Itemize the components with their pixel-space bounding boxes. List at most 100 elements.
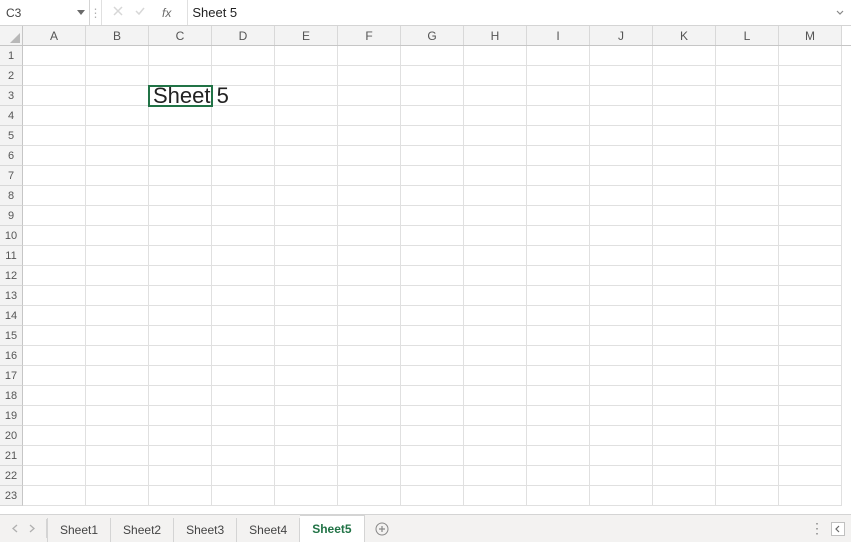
column-header[interactable]: B <box>86 26 149 45</box>
cell[interactable] <box>149 206 212 226</box>
cell[interactable] <box>23 86 86 106</box>
cell[interactable] <box>464 366 527 386</box>
cell[interactable] <box>401 446 464 466</box>
cell[interactable] <box>149 346 212 366</box>
cell[interactable] <box>401 166 464 186</box>
cell[interactable] <box>464 286 527 306</box>
cell[interactable] <box>149 126 212 146</box>
cell[interactable] <box>590 206 653 226</box>
formula-input[interactable]: Sheet 5 <box>188 0 829 25</box>
cell[interactable] <box>464 66 527 86</box>
cell[interactable] <box>464 266 527 286</box>
cell[interactable] <box>149 106 212 126</box>
cell[interactable] <box>653 126 716 146</box>
cell[interactable] <box>779 486 842 506</box>
cell[interactable] <box>149 426 212 446</box>
row-header[interactable]: 15 <box>0 326 23 346</box>
cell[interactable] <box>212 186 275 206</box>
cell[interactable] <box>275 206 338 226</box>
row-header[interactable]: 17 <box>0 366 23 386</box>
cell[interactable] <box>338 426 401 446</box>
cell[interactable] <box>401 286 464 306</box>
column-header[interactable]: M <box>779 26 842 45</box>
cell[interactable] <box>401 466 464 486</box>
cell[interactable] <box>275 146 338 166</box>
cell[interactable] <box>86 66 149 86</box>
column-header[interactable]: I <box>527 26 590 45</box>
row-header[interactable]: 11 <box>0 246 23 266</box>
cell[interactable] <box>590 466 653 486</box>
cell[interactable] <box>527 366 590 386</box>
cell[interactable] <box>275 466 338 486</box>
cell[interactable] <box>527 266 590 286</box>
cell[interactable] <box>212 326 275 346</box>
cell[interactable] <box>464 206 527 226</box>
cell[interactable] <box>716 186 779 206</box>
tab-scroll-right-icon[interactable] <box>24 522 38 536</box>
cell[interactable] <box>779 146 842 166</box>
cell[interactable] <box>464 386 527 406</box>
cell[interactable] <box>86 46 149 66</box>
drag-handle-icon[interactable]: ⋮ <box>90 0 102 25</box>
cell[interactable] <box>86 306 149 326</box>
cell[interactable] <box>338 366 401 386</box>
cell[interactable] <box>149 386 212 406</box>
column-header[interactable]: K <box>653 26 716 45</box>
cell[interactable] <box>590 406 653 426</box>
row-header[interactable]: 18 <box>0 386 23 406</box>
cell[interactable] <box>716 306 779 326</box>
cell[interactable] <box>338 346 401 366</box>
row-header[interactable]: 23 <box>0 486 23 506</box>
cell[interactable] <box>401 306 464 326</box>
cell[interactable] <box>653 386 716 406</box>
cell[interactable] <box>527 126 590 146</box>
cell[interactable] <box>23 186 86 206</box>
cell[interactable] <box>716 86 779 106</box>
cell[interactable] <box>401 186 464 206</box>
cell[interactable] <box>464 486 527 506</box>
cell[interactable]: Sheet 5 <box>149 86 212 106</box>
cell[interactable] <box>86 206 149 226</box>
cell[interactable] <box>653 266 716 286</box>
cell[interactable] <box>338 66 401 86</box>
row-header[interactable]: 9 <box>0 206 23 226</box>
cell[interactable] <box>716 386 779 406</box>
cell[interactable] <box>212 46 275 66</box>
cell[interactable] <box>275 426 338 446</box>
cell[interactable] <box>464 346 527 366</box>
cell[interactable] <box>590 66 653 86</box>
cell[interactable] <box>275 246 338 266</box>
cell[interactable] <box>527 106 590 126</box>
cell[interactable] <box>653 286 716 306</box>
cell[interactable] <box>338 166 401 186</box>
cell[interactable] <box>779 226 842 246</box>
cell[interactable] <box>779 186 842 206</box>
column-header[interactable]: D <box>212 26 275 45</box>
cell[interactable] <box>275 66 338 86</box>
cell[interactable] <box>212 366 275 386</box>
cell[interactable] <box>464 226 527 246</box>
cell[interactable] <box>527 146 590 166</box>
cell[interactable] <box>527 326 590 346</box>
cell[interactable] <box>338 226 401 246</box>
cell[interactable] <box>23 386 86 406</box>
cell[interactable] <box>401 326 464 346</box>
cell[interactable] <box>86 266 149 286</box>
column-header[interactable]: L <box>716 26 779 45</box>
cell[interactable] <box>527 66 590 86</box>
cell[interactable] <box>23 466 86 486</box>
cell[interactable] <box>23 106 86 126</box>
row-header[interactable]: 5 <box>0 126 23 146</box>
row-header[interactable]: 4 <box>0 106 23 126</box>
cell[interactable] <box>779 86 842 106</box>
cell[interactable] <box>149 366 212 386</box>
cell[interactable] <box>716 266 779 286</box>
row-header[interactable]: 8 <box>0 186 23 206</box>
row-header[interactable]: 21 <box>0 446 23 466</box>
cell[interactable] <box>275 406 338 426</box>
cell[interactable] <box>401 346 464 366</box>
cell[interactable] <box>653 106 716 126</box>
column-header[interactable]: E <box>275 26 338 45</box>
cell[interactable] <box>275 266 338 286</box>
cell[interactable] <box>716 446 779 466</box>
